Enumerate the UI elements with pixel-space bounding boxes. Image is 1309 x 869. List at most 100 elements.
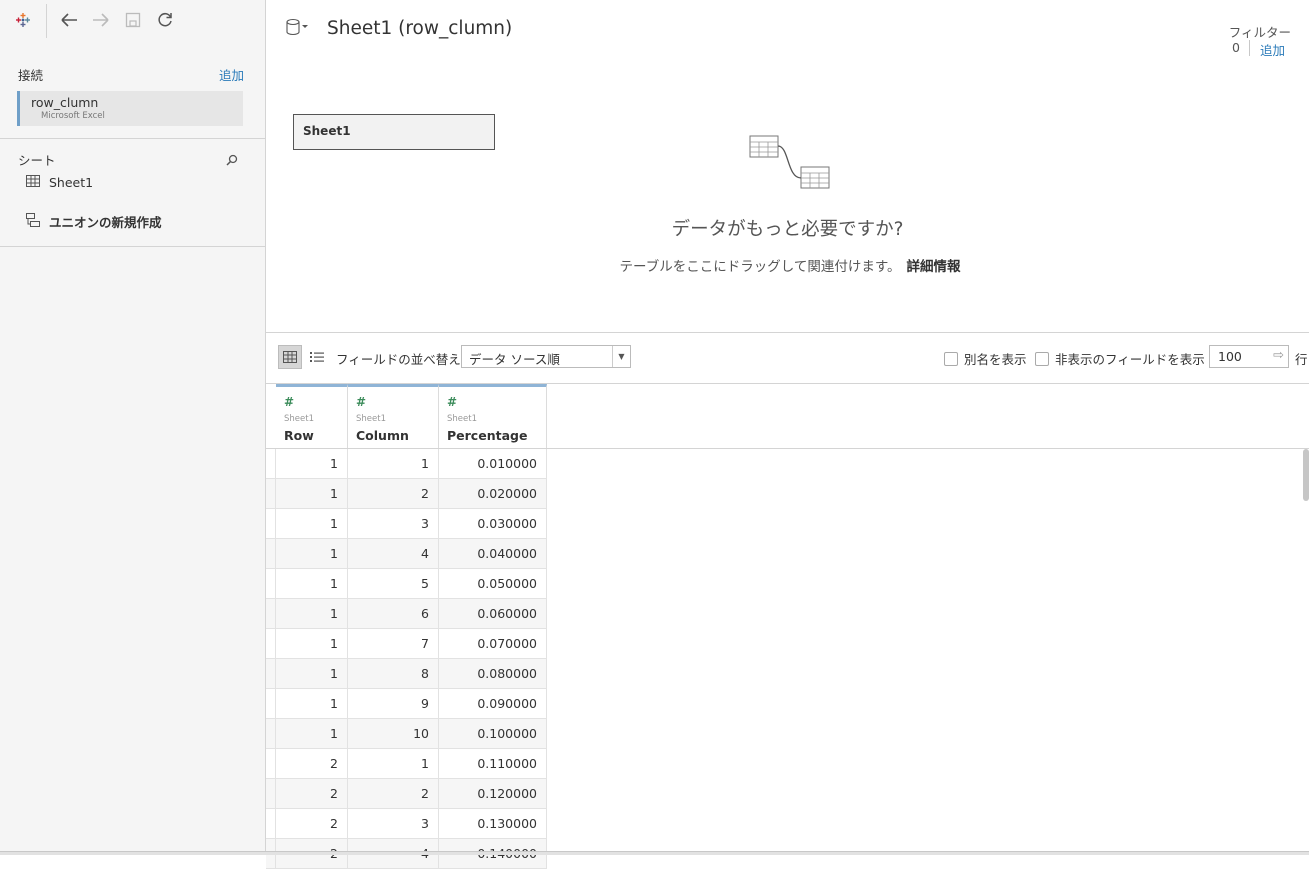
rows-count-input[interactable]: 100 ⇨ bbox=[1209, 345, 1289, 368]
refresh-icon[interactable] bbox=[153, 8, 177, 32]
arrow-right-icon[interactable]: ⇨ bbox=[1273, 348, 1284, 363]
table-cell[interactable]: 3 bbox=[348, 809, 439, 838]
forward-icon[interactable] bbox=[89, 8, 113, 32]
table-cell[interactable]: 0.070000 bbox=[439, 629, 547, 658]
row-gutter bbox=[266, 779, 276, 808]
back-icon[interactable] bbox=[57, 8, 81, 32]
add-filter-link[interactable]: 追加 bbox=[1260, 40, 1285, 59]
table-row: 1 6 0.060000 bbox=[266, 599, 547, 629]
sheets-title: シート bbox=[18, 153, 56, 168]
table-cell[interactable]: 0.030000 bbox=[439, 509, 547, 538]
search-icon[interactable] bbox=[226, 151, 238, 170]
filter-count: 0 bbox=[1232, 40, 1240, 55]
number-type-icon[interactable]: # bbox=[284, 395, 294, 409]
table-cell[interactable]: 0.100000 bbox=[439, 719, 547, 748]
table-cell[interactable]: 10 bbox=[348, 719, 439, 748]
table-cell[interactable]: 5 bbox=[348, 569, 439, 598]
table-cell[interactable]: 0.110000 bbox=[439, 749, 547, 778]
table-cell[interactable]: 1 bbox=[276, 719, 348, 748]
drag-hint-text: テーブルをここにドラッグして関連付けます。 bbox=[619, 259, 901, 275]
data-source-title[interactable]: Sheet1 (row_clumn) bbox=[327, 18, 512, 39]
table-cell[interactable]: 1 bbox=[276, 629, 348, 658]
number-type-icon[interactable]: # bbox=[356, 395, 366, 409]
tableau-logo-icon[interactable] bbox=[11, 8, 35, 32]
toolbar bbox=[0, 0, 266, 40]
connection-type: Microsoft Excel bbox=[41, 111, 105, 121]
sheet-item-sheet1[interactable]: Sheet1 bbox=[26, 173, 93, 191]
row-gutter bbox=[266, 659, 276, 688]
table-cell[interactable]: 0.080000 bbox=[439, 659, 547, 688]
table-cell[interactable]: 6 bbox=[348, 599, 439, 628]
table-cell[interactable]: 1 bbox=[276, 479, 348, 508]
table-cell[interactable]: 0.050000 bbox=[439, 569, 547, 598]
table-row: 1 10 0.100000 bbox=[266, 719, 547, 749]
rows-count-value: 100 bbox=[1218, 349, 1242, 364]
add-connection-link[interactable]: 追加 bbox=[219, 65, 244, 84]
toolbar-divider bbox=[46, 4, 47, 38]
sort-fields-select[interactable]: データ ソース順 ▼ bbox=[461, 345, 631, 368]
table-cell[interactable]: 7 bbox=[348, 629, 439, 658]
table-cell[interactable]: 2 bbox=[276, 779, 348, 808]
table-cell[interactable]: 1 bbox=[276, 509, 348, 538]
table-cell[interactable]: 1 bbox=[276, 659, 348, 688]
table-cell[interactable]: 1 bbox=[348, 449, 439, 478]
table-cell[interactable]: 0.040000 bbox=[439, 539, 547, 568]
list-icon bbox=[310, 352, 324, 362]
table-cell[interactable]: 0.130000 bbox=[439, 809, 547, 838]
table-cell[interactable]: 1 bbox=[348, 749, 439, 778]
canvas-table-sheet1[interactable]: Sheet1 bbox=[293, 114, 495, 150]
data-source-menu[interactable] bbox=[286, 18, 308, 36]
show-alias-checkbox[interactable]: 別名を表示 bbox=[944, 349, 1027, 368]
column-header-row[interactable]: # Sheet1 Row bbox=[276, 384, 348, 448]
new-union-item[interactable]: ユニオンの新規作成 bbox=[26, 212, 162, 230]
table-cell[interactable]: 9 bbox=[348, 689, 439, 718]
connection-item[interactable]: row_clumn Microsoft Excel bbox=[17, 91, 243, 126]
grid-view-button[interactable] bbox=[278, 345, 302, 369]
checkbox-box bbox=[1035, 351, 1049, 366]
table-cell[interactable]: 0.020000 bbox=[439, 479, 547, 508]
column-source: Sheet1 bbox=[356, 414, 386, 424]
row-gutter bbox=[266, 599, 276, 628]
save-icon[interactable] bbox=[121, 8, 145, 32]
table-cell[interactable]: 0.090000 bbox=[439, 689, 547, 718]
sort-fields-value: データ ソース順 bbox=[469, 352, 560, 367]
table-row: 1 3 0.030000 bbox=[266, 509, 547, 539]
table-cell[interactable]: 1 bbox=[276, 599, 348, 628]
list-view-button[interactable] bbox=[305, 345, 329, 369]
table-cell[interactable]: 1 bbox=[276, 689, 348, 718]
table-row: 2 3 0.130000 bbox=[266, 809, 547, 839]
table-cell[interactable]: 0.060000 bbox=[439, 599, 547, 628]
table-cell[interactable]: 2 bbox=[348, 779, 439, 808]
vertical-scrollbar[interactable] bbox=[1303, 449, 1309, 501]
row-gutter bbox=[266, 719, 276, 748]
table-row: 1 4 0.040000 bbox=[266, 539, 547, 569]
table-cell[interactable]: 3 bbox=[348, 509, 439, 538]
column-header-percentage[interactable]: # Sheet1 Percentage bbox=[439, 384, 547, 448]
main-area: Sheet1 (row_clumn) フィルター 0 追加 Sheet1 データ… bbox=[266, 0, 1309, 869]
table-cell[interactable]: 2 bbox=[276, 749, 348, 778]
table-cell[interactable]: 1 bbox=[276, 569, 348, 598]
checkbox-box bbox=[944, 351, 958, 366]
table-cell[interactable]: 1 bbox=[276, 449, 348, 478]
number-type-icon[interactable]: # bbox=[447, 395, 457, 409]
table-cell[interactable]: 2 bbox=[348, 479, 439, 508]
show-hidden-fields-checkbox[interactable]: 非表示のフィールドを表示 bbox=[1035, 349, 1205, 368]
column-name: Percentage bbox=[447, 428, 528, 443]
table-row: 1 1 0.010000 bbox=[266, 449, 547, 479]
more-info-link[interactable]: 詳細情報 bbox=[906, 259, 960, 275]
table-cell[interactable]: 0.120000 bbox=[439, 779, 547, 808]
table-cell[interactable]: 1 bbox=[276, 539, 348, 568]
table-cell[interactable]: 8 bbox=[348, 659, 439, 688]
grid-icon bbox=[283, 351, 297, 363]
table-cell[interactable]: 0.010000 bbox=[439, 449, 547, 478]
drag-hint: テーブルをここにドラッグして関連付けます。 詳細情報 bbox=[266, 255, 1309, 275]
column-header-column[interactable]: # Sheet1 Column bbox=[348, 384, 439, 448]
column-name: Row bbox=[284, 428, 314, 443]
table-cell[interactable]: 2 bbox=[276, 809, 348, 838]
filter-label: フィルター bbox=[1228, 25, 1291, 40]
row-gutter bbox=[266, 539, 276, 568]
table-cell[interactable]: 4 bbox=[348, 539, 439, 568]
sidebar: 接続 追加 row_clumn Microsoft Excel シート Shee… bbox=[0, 0, 266, 855]
connections-title: 接続 bbox=[18, 68, 44, 83]
column-source: Sheet1 bbox=[447, 414, 477, 424]
